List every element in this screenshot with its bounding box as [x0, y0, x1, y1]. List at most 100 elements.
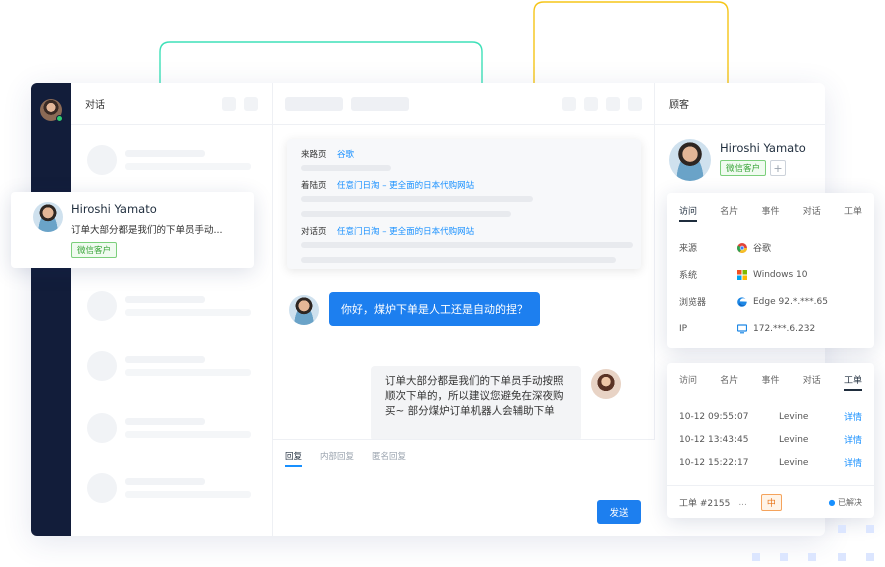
composer-tabs: 回复 内部回复 匿名回复: [273, 440, 655, 467]
popup-preview: 订单大部分都是我们的下单员手动...: [71, 225, 223, 236]
ticket-time: 10-12 09:55:07: [679, 411, 749, 422]
ticket-time: 10-12 15:22:17: [679, 457, 749, 468]
visit-row-label: 对话页: [301, 227, 327, 237]
ticket-status: 已解决: [838, 498, 862, 507]
decor-square: [752, 553, 760, 561]
customer-name: Hiroshi Yamato: [720, 141, 806, 155]
ticket-agent: Levine: [779, 434, 809, 445]
tab-card[interactable]: 名片: [720, 373, 738, 391]
online-status-dot: [56, 115, 63, 122]
ticket-summary[interactable]: 工单 #2155 ... 中 ● 已解决: [679, 494, 862, 511]
divider: [667, 485, 874, 486]
send-button[interactable]: 发送: [597, 500, 641, 524]
popup-avatar: [33, 202, 63, 232]
list-item[interactable]: [87, 413, 267, 443]
tab-events[interactable]: 事件: [761, 373, 779, 391]
toolbar-icon[interactable]: [606, 96, 620, 111]
decor-square: [808, 553, 816, 561]
ticket-agent: Levine: [779, 411, 809, 422]
decor-square: [838, 553, 846, 561]
conversation-list: 对话: [71, 83, 273, 536]
tab-internal-reply[interactable]: 内部回复: [320, 450, 354, 467]
visit-row-link[interactable]: 谷歌: [337, 149, 354, 161]
decor-square: [780, 553, 788, 561]
os-label: 系统: [679, 271, 698, 281]
visit-row-link[interactable]: 任意门日淘 – 更全面的日本代购网站: [337, 226, 474, 238]
ticket-detail-link[interactable]: 详情: [844, 410, 862, 423]
chat-header: [273, 83, 654, 125]
chat-header-placeholder: [351, 96, 409, 111]
toolbar-icon[interactable]: [628, 96, 642, 111]
tab-tickets[interactable]: 工单: [844, 204, 862, 222]
edge-icon: [737, 296, 747, 307]
decor-square: [866, 553, 874, 561]
customer-panel-title: 顾客: [655, 83, 825, 125]
decor-square: [866, 525, 874, 533]
browser-label: 浏览器: [679, 298, 707, 308]
ticket-detail-link[interactable]: 详情: [844, 433, 862, 446]
stage: 对话 来路页 谷歌 着陆页 任意门日淘 – 更全面的日本代购网站 对话页 任意门…: [0, 0, 885, 567]
ticket-card: 访问 名片 事件 对话 工单 10-12 09:55:07 Levine 详情 10…: [667, 363, 874, 518]
table-row: 10-12 15:22:17 Levine 详情: [679, 451, 862, 474]
customer-tag: 微信客户: [720, 160, 767, 176]
ticket-ellipsis: ...: [738, 497, 747, 508]
priority-badge: 中: [760, 494, 782, 511]
popup-name: Hiroshi Yamato: [71, 202, 157, 216]
visit-row-label: 着陆页: [301, 181, 327, 191]
incoming-message: 你好，煤炉下单是人工还是自动的捏？: [329, 292, 540, 326]
visit-path-card: 来路页 谷歌 着陆页 任意门日淘 – 更全面的日本代购网站 对话页 任意门日淘 – 更…: [287, 139, 641, 269]
tab-tickets[interactable]: 工单: [843, 373, 862, 391]
outgoing-message: 订单大部分都是我们的下单员手动按照顺次下单的，所以建议您避免在深夜购买~ 部分煤…: [371, 366, 581, 441]
filter-icon[interactable]: [222, 96, 236, 111]
agent-avatar-small: [591, 369, 621, 399]
ticket-agent: Levine: [779, 457, 809, 468]
visit-card-tabs: 访问 名片 事件 对话 工单: [679, 204, 862, 222]
chat-panel: 来路页 谷歌 着陆页 任意门日淘 – 更全面的日本代购网站 对话页 任意门日淘 – 更…: [273, 83, 655, 536]
source-value: 谷歌: [753, 244, 772, 254]
toolbar-icon[interactable]: [562, 96, 576, 111]
ticket-card-tabs: 访问 名片 事件 对话 工单: [679, 373, 862, 391]
list-item[interactable]: [87, 473, 267, 503]
popup-tag: 微信客户: [71, 242, 118, 258]
tab-visit[interactable]: 访问: [679, 204, 698, 222]
tab-conversation[interactable]: 对话: [803, 204, 821, 222]
list-item[interactable]: [87, 145, 267, 175]
list-item[interactable]: [87, 351, 267, 381]
monitor-icon: [737, 323, 747, 333]
toolbar-icon[interactable]: [584, 96, 598, 111]
ticket-time: 10-12 13:43:45: [679, 434, 749, 445]
search-icon[interactable]: [244, 96, 258, 111]
customer-tags: 微信客户 +: [720, 160, 787, 176]
add-tag-button[interactable]: +: [770, 160, 787, 176]
tab-anonymous-reply[interactable]: 匿名回复: [372, 450, 406, 467]
table-row: 10-12 09:55:07 Levine 详情: [679, 405, 862, 428]
ip-label: IP: [679, 323, 688, 334]
source-label: 来源: [679, 244, 698, 254]
tab-events[interactable]: 事件: [761, 204, 779, 222]
tab-reply[interactable]: 回复: [285, 450, 303, 467]
visit-row-link[interactable]: 任意门日淘 – 更全面的日本代购网站: [337, 180, 474, 192]
chat-header-placeholder: [285, 96, 343, 111]
browser-value: Edge 92.*.***.65: [753, 296, 828, 307]
list-item[interactable]: [87, 291, 267, 321]
tab-visit[interactable]: 访问: [679, 373, 697, 391]
composer: 回复 内部回复 匿名回复 发送: [273, 439, 655, 536]
conversation-list-title: 对话: [85, 100, 105, 111]
chrome-icon: [737, 242, 747, 253]
status-dot-icon: ●: [828, 498, 836, 507]
tab-card[interactable]: 名片: [720, 204, 738, 222]
visit-row-label: 来路页: [301, 150, 327, 160]
os-value: Windows 10: [753, 269, 808, 280]
table-row: 10-12 13:43:45 Levine 详情: [679, 428, 862, 451]
agent-avatar[interactable]: [40, 99, 63, 122]
nav-rail: [31, 83, 71, 536]
windows-icon: [737, 269, 747, 280]
decor-square: [838, 525, 846, 533]
customer-avatar: [289, 295, 319, 325]
tab-conversation[interactable]: 对话: [803, 373, 821, 391]
contact-popup-card[interactable]: Hiroshi Yamato 订单大部分都是我们的下单员手动... 微信客户: [11, 192, 254, 268]
ip-value: 172.***.6.232: [753, 323, 816, 334]
status-badge: ● 已解决: [828, 497, 862, 508]
ticket-detail-link[interactable]: 详情: [844, 456, 862, 469]
visit-info-card: 访问 名片 事件 对话 工单 来源 谷歌 系统 Windows 10 浏览器 E…: [667, 193, 874, 348]
